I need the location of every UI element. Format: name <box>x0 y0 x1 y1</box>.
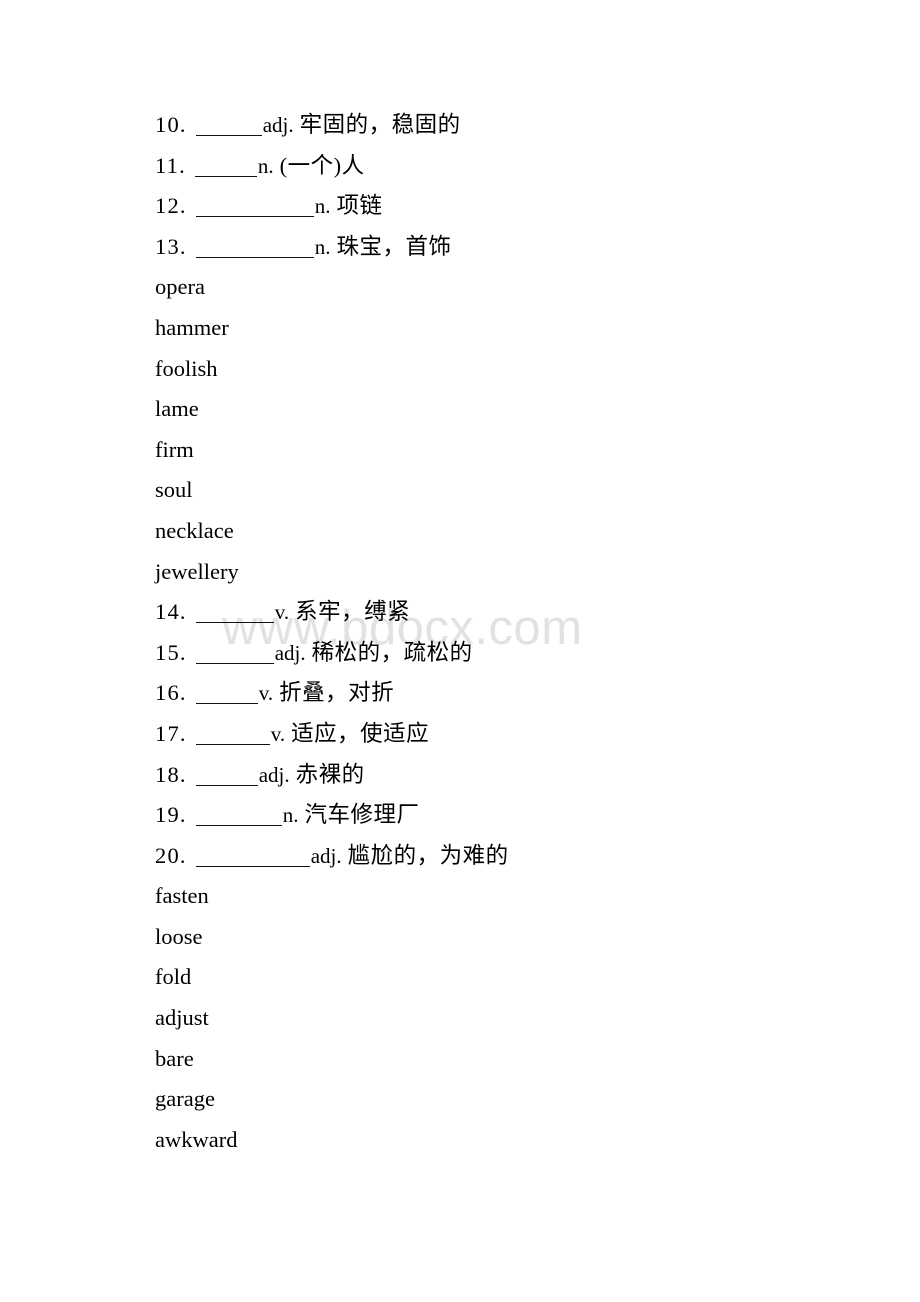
exercise-item: 12. n. 项链 <box>155 186 855 227</box>
chinese-meaning: 适应，使适应 <box>291 720 430 746</box>
answer-blank[interactable] <box>195 683 258 705</box>
word-entry: fasten <box>155 876 855 917</box>
part-of-speech: v. <box>274 600 290 625</box>
part-of-speech: adj. <box>262 113 294 137</box>
vocabulary-word: awkward <box>155 1126 238 1152</box>
word-entry: awkward <box>155 1120 855 1161</box>
chinese-meaning: 珠宝，首饰 <box>336 233 452 259</box>
chinese-meaning: 项链 <box>336 193 383 219</box>
chinese-meaning: 赤裸的 <box>295 761 365 787</box>
word-list-block-1: opera hammer foolish lame firm soul neck… <box>155 267 855 592</box>
word-entry: firm <box>155 430 855 471</box>
item-number: 10. <box>155 112 187 137</box>
item-number: 11. <box>155 152 186 178</box>
vocabulary-word: fold <box>155 964 192 990</box>
item-number: 17. <box>155 720 187 746</box>
vocabulary-word: soul <box>155 477 193 503</box>
part-of-speech: v. <box>270 721 286 746</box>
exercise-item: 10. adj. 牢固的，稳固的 <box>155 105 855 146</box>
chinese-meaning: (一个)人 <box>279 152 365 178</box>
vocabulary-word: bare <box>155 1045 194 1071</box>
exercise-item: 15. adj. 稀松的，疏松的 <box>155 633 855 674</box>
item-number: 15. <box>155 639 187 665</box>
numbered-list-block-2: 14. v. 系牢，缚紧 15. adj. 稀松的，疏松的 16. v. 折叠，对折 17.… <box>155 592 855 876</box>
exercise-item: 19. n. 汽车修理厂 <box>155 795 855 836</box>
exercise-item: 18. adj. 赤裸的 <box>155 755 855 796</box>
answer-blank[interactable] <box>195 805 282 827</box>
part-of-speech: n. <box>257 153 274 178</box>
word-entry: bare <box>155 1039 855 1080</box>
word-entry: lame <box>155 389 855 430</box>
part-of-speech: n. <box>282 803 299 828</box>
exercise-item: 20. adj. 尴尬的，为难的 <box>155 836 855 877</box>
vocabulary-word: opera <box>155 274 205 300</box>
word-entry: loose <box>155 917 855 958</box>
answer-blank[interactable] <box>194 156 257 177</box>
exercise-item: 16. v. 折叠，对折 <box>155 673 855 714</box>
answer-blank[interactable] <box>195 602 274 624</box>
chinese-meaning: 系牢，缚紧 <box>295 599 411 625</box>
vocabulary-word: loose <box>155 923 203 949</box>
word-entry: garage <box>155 1079 855 1120</box>
answer-blank[interactable] <box>195 765 258 786</box>
chinese-meaning: 牢固的，稳固的 <box>299 112 461 137</box>
exercise-item: 13. n. 珠宝，首饰 <box>155 227 855 268</box>
vocabulary-word: hammer <box>155 314 229 340</box>
word-entry: adjust <box>155 998 855 1039</box>
item-number: 14. <box>155 599 187 625</box>
vocabulary-word: adjust <box>155 1005 209 1031</box>
part-of-speech: adj. <box>310 843 342 868</box>
answer-blank[interactable] <box>195 237 314 258</box>
part-of-speech: adj. <box>274 640 306 665</box>
word-entry: hammer <box>155 308 855 349</box>
vocabulary-word: fasten <box>155 883 209 909</box>
answer-blank[interactable] <box>195 196 314 218</box>
word-entry: necklace <box>155 511 855 552</box>
chinese-meaning: 稀松的，疏松的 <box>311 639 473 665</box>
vocabulary-word: garage <box>155 1086 215 1112</box>
chinese-meaning: 尴尬的，为难的 <box>347 842 509 868</box>
vocabulary-word: firm <box>155 436 194 462</box>
part-of-speech: v. <box>258 681 274 706</box>
exercise-item: 14. v. 系牢，缚紧 <box>155 592 855 633</box>
vocabulary-word: foolish <box>155 355 218 381</box>
item-number: 19. <box>155 802 187 828</box>
part-of-speech: n. <box>314 234 331 259</box>
exercise-item: 17. v. 适应，使适应 <box>155 714 855 755</box>
vocabulary-word: lame <box>155 396 199 422</box>
word-entry: fold <box>155 957 855 998</box>
word-entry: opera <box>155 267 855 308</box>
document-page: 10. adj. 牢固的，稳固的 11. n. (一个)人 12. n. 项链 13. n. 珠… <box>0 0 920 1302</box>
word-list-block-2: fasten loose fold adjust bare garage awk… <box>155 876 855 1160</box>
numbered-list-block-1: 10. adj. 牢固的，稳固的 11. n. (一个)人 12. n. 项链 13. n. 珠… <box>155 105 855 267</box>
answer-blank[interactable] <box>195 724 270 745</box>
answer-blank[interactable] <box>195 115 262 136</box>
item-number: 18. <box>155 761 187 787</box>
chinese-meaning: 汽车修理厂 <box>304 802 420 828</box>
item-number: 12. <box>155 193 187 219</box>
part-of-speech: adj. <box>258 762 290 787</box>
word-entry: soul <box>155 470 855 511</box>
answer-blank[interactable] <box>195 643 274 664</box>
item-number: 13. <box>155 233 187 259</box>
answer-blank[interactable] <box>195 846 310 867</box>
vocabulary-word: necklace <box>155 517 234 543</box>
part-of-speech: n. <box>314 194 331 219</box>
chinese-meaning: 折叠，对折 <box>279 680 395 706</box>
item-number: 16. <box>155 680 187 706</box>
document-content: 10. adj. 牢固的，稳固的 11. n. (一个)人 12. n. 项链 13. n. 珠… <box>155 105 855 1160</box>
item-number: 20. <box>155 842 187 868</box>
word-entry: jewellery <box>155 552 855 593</box>
exercise-item: 11. n. (一个)人 <box>155 146 855 187</box>
word-entry: foolish <box>155 349 855 390</box>
vocabulary-word: jewellery <box>155 558 239 584</box>
